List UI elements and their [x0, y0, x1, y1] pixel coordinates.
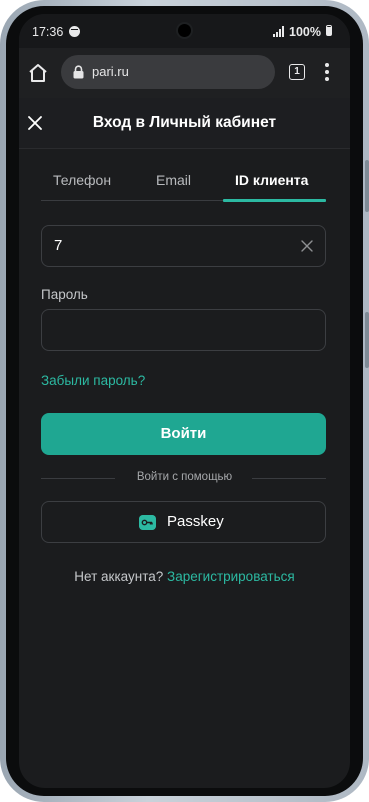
- alt-login-caption: Войти с помощью: [136, 471, 233, 483]
- client-id-value: 7: [54, 237, 63, 254]
- passkey-button[interactable]: Passkey: [41, 501, 326, 543]
- password-input[interactable]: [41, 309, 326, 351]
- divider-line-right: [252, 478, 326, 479]
- lock-icon: [73, 65, 84, 79]
- tab-switcher-icon[interactable]: 1: [289, 64, 305, 80]
- password-label: Пароль: [41, 287, 88, 302]
- clear-icon[interactable]: [301, 240, 313, 252]
- register-row: Нет аккаунта? Зарегистрироваться: [19, 569, 350, 584]
- active-tab-indicator: [223, 199, 326, 202]
- power-button: [365, 312, 369, 368]
- signal-icon: [273, 26, 287, 37]
- tab-email[interactable]: Email: [156, 172, 191, 188]
- phone-screen: 17:36 100% pari.ru 1 Вход в Личный кабин…: [19, 14, 350, 788]
- overflow-menu-icon[interactable]: [324, 63, 330, 81]
- spotify-icon: [69, 26, 80, 37]
- address-bar[interactable]: pari.ru: [61, 55, 275, 89]
- front-camera: [178, 24, 191, 37]
- url-text: pari.ru: [92, 64, 129, 79]
- client-id-input[interactable]: 7: [41, 225, 326, 267]
- forgot-password-link[interactable]: Забыли пароль?: [41, 373, 145, 388]
- tab-client-id[interactable]: ID клиента: [235, 172, 308, 188]
- status-bar: 17:36 100%: [19, 14, 350, 48]
- page-title: Вход в Личный кабинет: [92, 114, 277, 131]
- tab-phone[interactable]: Телефон: [53, 172, 111, 188]
- home-icon[interactable]: [27, 62, 49, 84]
- register-link[interactable]: Зарегистрироваться: [167, 569, 295, 584]
- no-account-text: Нет аккаунта?: [74, 569, 164, 584]
- volume-button: [365, 160, 369, 212]
- status-time: 17:36: [32, 25, 64, 39]
- key-icon: [139, 515, 156, 530]
- passkey-label: Passkey: [167, 513, 224, 530]
- battery-icon: [326, 25, 332, 36]
- browser-toolbar: pari.ru 1: [19, 48, 350, 98]
- page-header: Вход в Личный кабинет: [19, 98, 350, 149]
- login-button[interactable]: Войти: [41, 413, 326, 455]
- battery-percent: 100%: [289, 25, 321, 39]
